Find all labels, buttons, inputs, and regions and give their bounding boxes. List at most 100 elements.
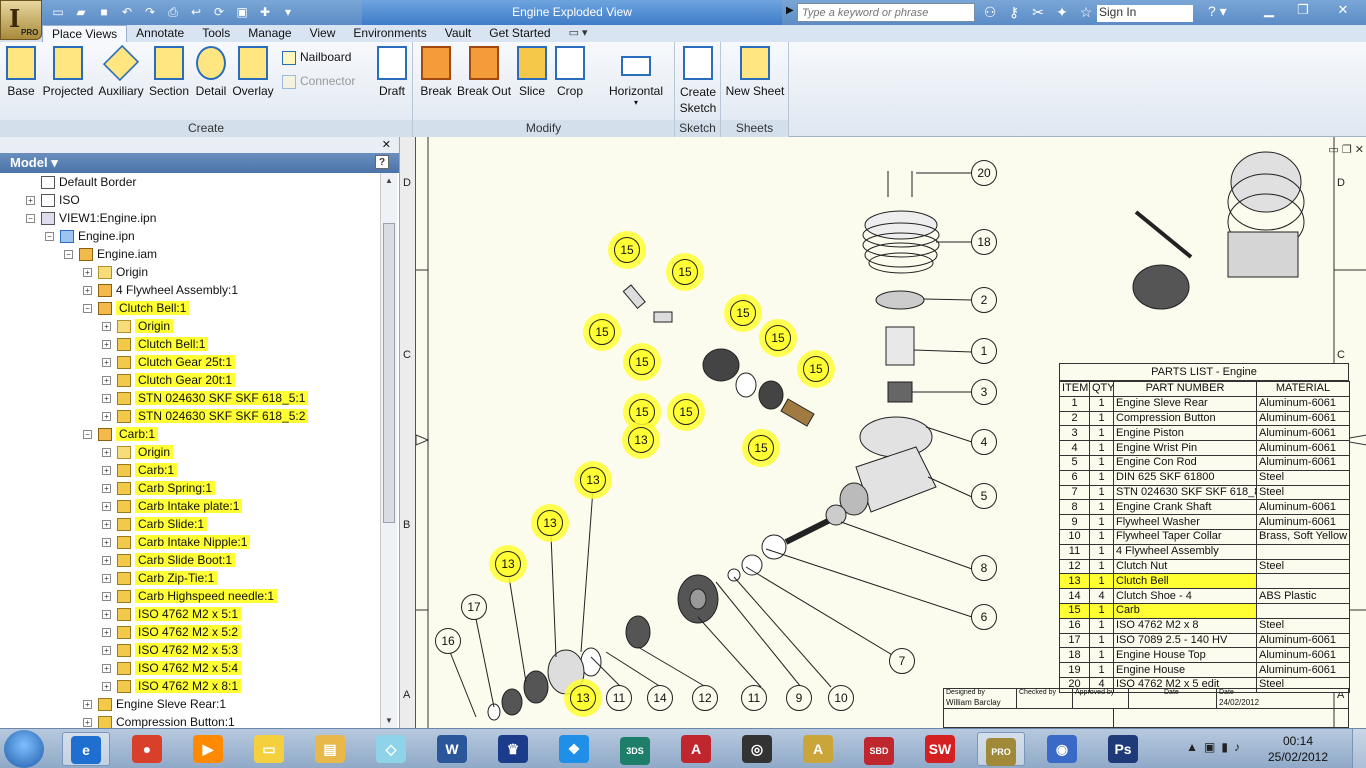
internet-explorer-icon[interactable]: e <box>62 732 110 766</box>
redo-icon[interactable]: ↷ <box>140 3 160 21</box>
browser-dropdown-icon[interactable]: ▾ <box>51 155 58 170</box>
open-folder-icon[interactable]: ▰ <box>71 3 91 21</box>
expand-icon[interactable]: + <box>102 574 111 584</box>
tree-item[interactable]: + Origin <box>102 443 174 461</box>
expand-icon[interactable]: + <box>102 322 111 332</box>
ribbon-display-toggle-icon[interactable]: ▭ ▾ <box>560 25 597 42</box>
sticky-notes-icon[interactable]: ▭ <box>245 732 293 766</box>
dropbox-icon[interactable]: ❖ <box>550 732 598 766</box>
balloon-item-highlighted[interactable]: 13 <box>495 551 521 577</box>
tree-item[interactable]: − Engine.ipn <box>45 227 135 245</box>
expand-icon[interactable]: + <box>83 700 92 710</box>
create-sketch-button[interactable]: Create Sketch <box>678 46 718 116</box>
tab-annotate[interactable]: Annotate <box>127 25 193 42</box>
break-out-button[interactable]: Break Out <box>457 46 511 98</box>
tree-item[interactable]: +4 Flywheel Assembly:1 <box>83 281 238 299</box>
balloon-item-highlighted[interactable]: 15 <box>748 435 774 461</box>
collapse-icon[interactable]: − <box>83 304 92 314</box>
expand-icon[interactable]: + <box>102 502 111 512</box>
expand-icon[interactable]: + <box>102 376 111 386</box>
collapse-icon[interactable]: − <box>45 232 54 242</box>
tree-item[interactable]: + Origin <box>102 317 174 335</box>
tree-item[interactable]: + Carb Intake Nipple:1 <box>102 533 251 551</box>
expand-icon[interactable]: + <box>83 286 92 296</box>
expand-icon[interactable]: + <box>102 484 111 494</box>
tree-item[interactable]: + ISO 4762 M2 x 8:1 <box>102 677 242 695</box>
tree-item[interactable]: + Carb Intake plate:1 <box>102 497 243 515</box>
tree-item[interactable]: + Engine Sleve Rear:1 <box>83 695 226 713</box>
crown-app-icon[interactable]: ♛ <box>489 732 537 766</box>
balloon-item-highlighted[interactable]: 15 <box>589 319 615 345</box>
tree-item[interactable]: + Carb Spring:1 <box>102 479 216 497</box>
browser-header[interactable]: Model ▾ ? <box>0 153 399 173</box>
minimize-icon[interactable]: ▁ <box>1252 0 1286 20</box>
balloon-item[interactable]: 11 <box>741 685 767 711</box>
expand-icon[interactable]: + <box>102 628 111 638</box>
browser-help-icon[interactable]: ? <box>375 155 389 169</box>
print-icon[interactable]: ⎙ <box>163 3 183 21</box>
projected-view-button[interactable]: Projected <box>42 46 94 98</box>
tab-get-started[interactable]: Get Started <box>480 25 559 42</box>
scroll-up-icon[interactable]: ▲ <box>385 176 393 185</box>
application-menu-button[interactable]: I PRO <box>0 0 42 40</box>
sign-in-field[interactable]: Sign In <box>1097 5 1193 22</box>
scroll-down-icon[interactable]: ▼ <box>385 716 393 725</box>
close-icon[interactable]: ✕ <box>1320 0 1366 20</box>
3ds-max-icon[interactable]: 3DS <box>611 732 659 766</box>
tab-view[interactable]: View <box>301 25 345 42</box>
expand-icon[interactable]: + <box>102 394 111 404</box>
tree-item[interactable]: + ISO 4762 M2 x 5:3 <box>102 641 242 659</box>
undo-icon[interactable]: ↶ <box>117 3 137 21</box>
tree-item[interactable]: − Clutch Bell:1 <box>83 299 190 317</box>
balloon-item-highlighted[interactable]: 15 <box>614 237 640 263</box>
balloon-item[interactable]: 14 <box>647 685 673 711</box>
balloon-item[interactable]: 20 <box>971 160 997 186</box>
tree-item[interactable]: + Carb:1 <box>102 461 178 479</box>
balloon-item[interactable]: 12 <box>692 685 718 711</box>
section-view-button[interactable]: Section <box>148 46 190 98</box>
sheet-restore-icon[interactable]: ❐ <box>1342 144 1352 156</box>
restore-icon[interactable]: ❐ <box>1286 0 1320 20</box>
return-icon[interactable]: ↩ <box>186 3 206 21</box>
drawing-canvas[interactable]: 20 18 2 1 3 4 5 8 6 7 10 9 11 12 14 11 1… <box>400 137 1366 728</box>
expand-icon[interactable]: + <box>102 448 111 458</box>
add-icon[interactable]: ✚ <box>255 3 275 21</box>
sheet-minimize-icon[interactable]: ▭ <box>1328 144 1338 156</box>
network-icon[interactable]: ▮ <box>1221 740 1234 754</box>
tree-item[interactable]: + Carb Zip-Tie:1 <box>102 569 218 587</box>
word-icon[interactable]: W <box>428 732 476 766</box>
expand-icon[interactable]: + <box>102 358 111 368</box>
save-icon[interactable]: ■ <box>94 3 114 21</box>
collapse-icon[interactable]: − <box>64 250 73 260</box>
expand-icon[interactable]: + <box>102 592 111 602</box>
tree-item[interactable]: − Engine.iam <box>64 245 157 263</box>
balloon-item[interactable]: 11 <box>606 685 632 711</box>
tree-item[interactable]: + Clutch Gear 25t:1 <box>102 353 236 371</box>
customize-qat-icon[interactable]: ▾ <box>278 3 298 21</box>
expand-icon[interactable]: + <box>102 610 111 620</box>
tab-vault[interactable]: Vault <box>436 25 480 42</box>
tab-place-views[interactable]: Place Views <box>42 25 128 42</box>
balloon-item-highlighted[interactable]: 15 <box>672 259 698 285</box>
balloon-item[interactable]: 18 <box>971 229 997 255</box>
inventor-pro-icon[interactable]: PRO <box>977 732 1025 766</box>
tab-tools[interactable]: Tools <box>193 25 239 42</box>
autocad-icon[interactable]: A <box>672 732 720 766</box>
balloon-item[interactable]: 7 <box>889 648 915 674</box>
tray-app-icon[interactable]: ▣ <box>1204 740 1221 754</box>
expand-icon[interactable]: + <box>83 268 92 278</box>
chrome-icon[interactable]: ● <box>123 732 171 766</box>
balloon-item[interactable]: 2 <box>971 287 997 313</box>
balloon-item[interactable]: 17 <box>461 594 487 620</box>
balloon-item-highlighted[interactable]: 13 <box>628 427 654 453</box>
help-icon[interactable]: ? ▾ <box>1208 3 1242 20</box>
tray-expand-icon[interactable]: ▲ <box>1186 740 1204 754</box>
update-icon[interactable]: ⟳ <box>209 3 229 21</box>
tree-item[interactable]: + Compression Button:1 <box>83 713 235 728</box>
draft-view-button[interactable]: Draft <box>374 46 410 98</box>
scrollbar-thumb[interactable] <box>383 223 395 523</box>
balloon-item[interactable]: 1 <box>971 338 997 364</box>
collapse-icon[interactable]: − <box>83 430 92 440</box>
volume-icon[interactable]: ♪ <box>1234 740 1246 754</box>
balloon-item[interactable]: 4 <box>971 429 997 455</box>
